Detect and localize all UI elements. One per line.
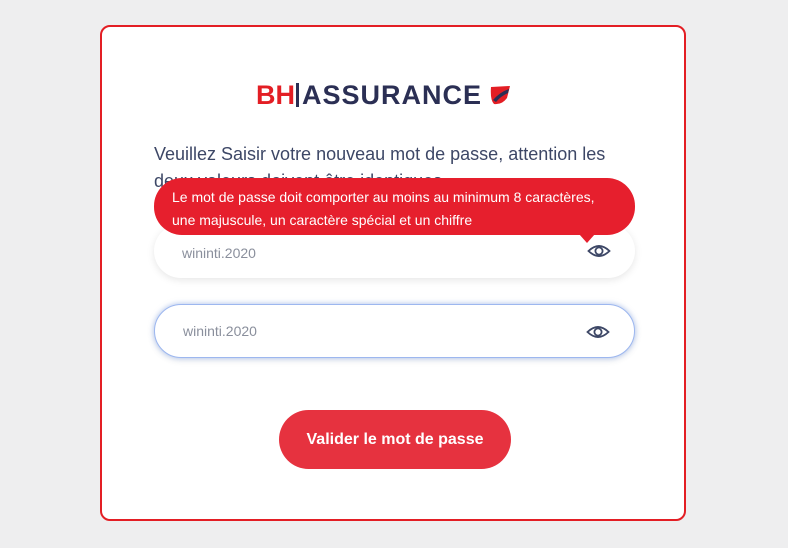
bh-assurance-logo: BH ASSURANCE	[256, 79, 512, 111]
confirm-password-input[interactable]	[183, 305, 563, 357]
logo-separator	[296, 83, 299, 107]
password-rules-tooltip: Le mot de passe doit comporter au moins …	[154, 178, 635, 243]
eye-icon[interactable]	[587, 241, 611, 261]
logo-assurance-text: ASSURANCE	[302, 80, 483, 110]
validate-password-button[interactable]: Valider le mot de passe	[279, 410, 511, 469]
confirm-password-field	[154, 304, 635, 358]
password-reset-card: BH ASSURANCE Veuillez Saisir votre nouve…	[100, 25, 686, 521]
tooltip-line-2: une majuscule, un caractère spécial et u…	[172, 212, 473, 228]
tooltip-line-1: Le mot de passe doit comporter au moins …	[172, 189, 595, 205]
tooltip-arrow	[579, 234, 595, 243]
logo-bh-text: BH	[256, 80, 295, 110]
eye-icon[interactable]	[586, 322, 610, 342]
shield-logo-icon	[490, 86, 511, 105]
